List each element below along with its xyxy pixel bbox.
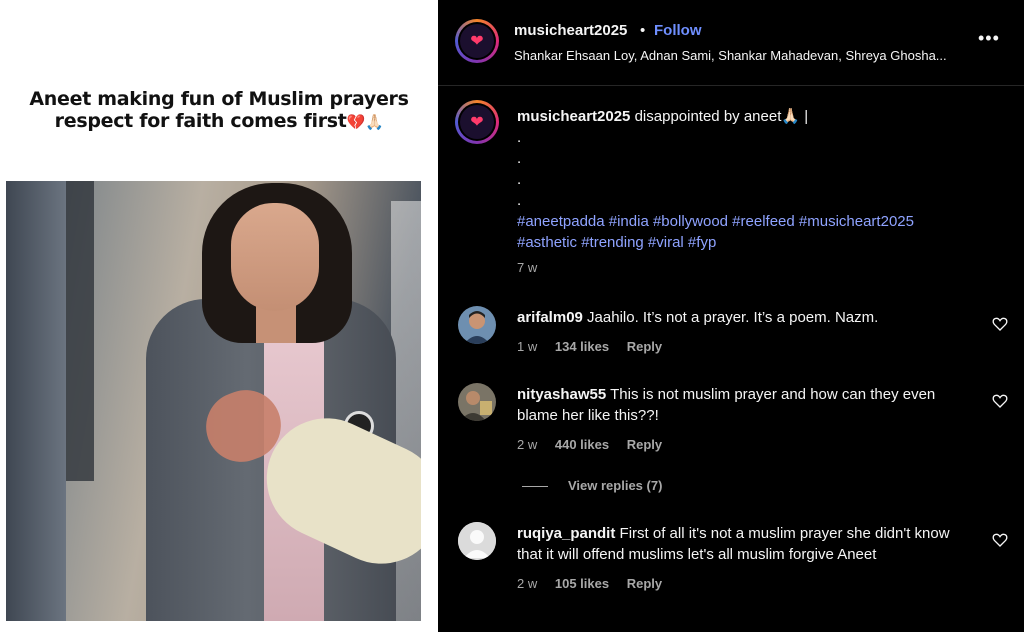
video-person-face [231, 203, 319, 311]
heart-outline-icon[interactable] [992, 393, 1008, 409]
overlay-line-2: respect for faith comes first [54, 110, 347, 132]
comment-time[interactable]: 2 w [517, 437, 537, 452]
author-username[interactable]: musicheart2025 [514, 22, 627, 39]
follow-button[interactable]: Follow [654, 22, 702, 39]
music-heart-logo-icon: ❤ [460, 24, 494, 58]
hashtags-line-2[interactable]: #asthetic #trending #viral #fyp [517, 232, 987, 253]
author-avatar[interactable]: ❤ [455, 19, 499, 63]
caption-dot: . [517, 171, 522, 188]
video-background-cabinet [6, 181, 66, 621]
video-background-cabinet-shadow [66, 181, 94, 481]
hashtags-line-1[interactable]: #aneetpadda #india #bollywood #reelfeed … [517, 211, 987, 232]
caption-author-avatar[interactable]: ❤ [455, 100, 499, 144]
comment-time[interactable]: 1 w [517, 339, 537, 354]
reply-button[interactable]: Reply [627, 339, 662, 354]
caption-dot: . [517, 129, 522, 146]
video-frame[interactable] [6, 181, 421, 621]
reel-media[interactable]: Aneet making fun of Muslim prayers respe… [0, 0, 438, 632]
comment-text: Jaahilo. It’s not a prayer. It’s a poem.… [587, 309, 879, 326]
heart-outline-icon[interactable] [992, 316, 1008, 332]
post-caption: musicheart2025 disappointed by aneet🙏🏻 |… [517, 106, 987, 253]
commenter-avatar[interactable] [458, 306, 496, 344]
commenter-username[interactable]: nityashaw55 [517, 386, 606, 403]
commenter-avatar[interactable] [458, 383, 496, 421]
video-caption-overlay: Aneet making fun of Muslim prayers respe… [0, 88, 438, 133]
comment-likes[interactable]: 440 likes [555, 437, 609, 452]
view-replies-button[interactable]: View replies (7) [522, 478, 662, 493]
user-photo-icon [458, 383, 496, 421]
caption-username[interactable]: musicheart2025 [517, 108, 630, 125]
comment-meta: 2 w 440 likes Reply [517, 437, 676, 452]
user-photo-icon [458, 306, 496, 344]
comment-likes[interactable]: 134 likes [555, 339, 609, 354]
comments-panel: ❤ musicheart2025 • Follow Shankar Ehsaan… [438, 0, 1024, 632]
commenter-username[interactable]: ruqiya_pandit [517, 525, 615, 542]
header-separator: • [640, 22, 646, 39]
audio-subtitle[interactable]: Shankar Ehsaan Loy, Adnan Sami, Shankar … [514, 48, 947, 63]
post-timestamp[interactable]: 7 w [517, 260, 537, 275]
commenter-avatar[interactable] [458, 522, 496, 560]
caption-dot: . [517, 192, 522, 209]
default-user-icon [458, 522, 496, 560]
music-heart-logo-icon: ❤ [460, 105, 494, 139]
overlay-emoji: 💔🙏🏻 [346, 113, 384, 131]
commenter-username[interactable]: arifalm09 [517, 309, 583, 326]
comment-time[interactable]: 2 w [517, 576, 537, 591]
heart-outline-icon[interactable] [992, 532, 1008, 548]
comment-likes[interactable]: 105 likes [555, 576, 609, 591]
view-replies-line [522, 486, 548, 488]
caption-text: disappointed by aneet🙏🏻 | [634, 108, 809, 125]
reply-button[interactable]: Reply [627, 437, 662, 452]
view-replies-label: View replies (7) [568, 478, 663, 493]
comment-meta: 2 w 105 likes Reply [517, 576, 676, 591]
post-header: ❤ musicheart2025 • Follow Shankar Ehsaan… [438, 0, 1024, 86]
comment-meta: 1 w 134 likes Reply [517, 339, 676, 354]
reply-button[interactable]: Reply [627, 576, 662, 591]
more-options-icon[interactable]: ••• [978, 28, 1000, 49]
caption-dot: . [517, 150, 522, 167]
overlay-line-1: Aneet making fun of Muslim prayers [29, 88, 409, 110]
